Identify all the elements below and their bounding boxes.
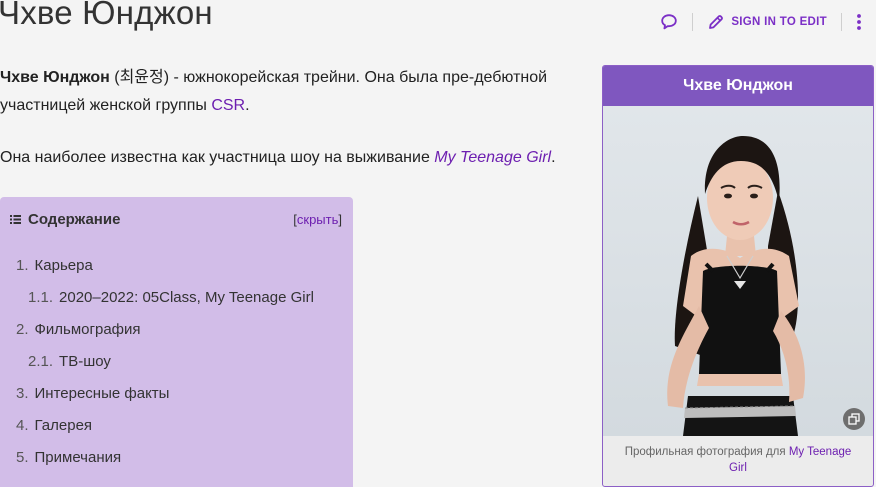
intro-end: .: [245, 97, 250, 114]
pencil-icon: [709, 15, 724, 29]
toc-hide-link[interactable]: скрыть: [297, 212, 339, 227]
toc-item-trivia[interactable]: 3. Интересные факты: [16, 385, 169, 402]
toc-toggle: [скрыть]: [293, 212, 342, 227]
infobox-title: Чхве Юнджон: [603, 66, 873, 106]
toc-item-label: Интересные факты: [34, 385, 170, 402]
csr-link[interactable]: CSR: [211, 97, 245, 114]
para2-text: Она наиболее известна как участница шоу …: [0, 149, 435, 166]
my-teenage-girl-link-text: My Teenage Girl: [434, 149, 552, 166]
toc-title: Содержание: [28, 210, 121, 228]
caption-text: Профильная фотография для: [624, 446, 789, 458]
toc-item-gallery[interactable]: 4. Галерея: [16, 417, 92, 434]
actions-divider-2: [841, 13, 842, 31]
second-paragraph: Она наиболее известна как участница шоу …: [0, 144, 590, 172]
table-of-contents: Содержание [скрыть] 1. Карьера 1.1. 2020–2…: [0, 197, 353, 487]
toc-item-label: Карьера: [34, 257, 93, 274]
para2-end: .: [551, 149, 556, 166]
toc-item-number: 4.: [16, 417, 29, 434]
toc-item-label: Галерея: [34, 417, 93, 434]
toc-item-number: 3.: [16, 385, 29, 402]
toc-item-tv-shows[interactable]: 2.1. ТВ-шоу: [28, 353, 111, 370]
caption-link-text: My Teenage: [788, 446, 852, 458]
sign-in-label: SIGN IN TO EDIT: [731, 16, 827, 28]
toc-item-career[interactable]: 1. Карьера: [16, 257, 93, 274]
toc-item-number: 2.1.: [28, 353, 54, 370]
toc-item-filmography[interactable]: 2. Фильмография: [16, 321, 141, 338]
toc-item-label: Примечания: [34, 449, 122, 466]
toc-item-references[interactable]: 5. Примечания: [16, 449, 121, 466]
toc-item-number: 1.1.: [28, 289, 54, 306]
caption-link-text-2: Girl: [729, 462, 747, 474]
toc-toggle-bracket-close: ]: [338, 211, 342, 227]
toc-item-label: 2020–2022: 05Class, My Teenage Girl: [59, 289, 314, 306]
toc-title-wrap: Содержание: [10, 211, 120, 228]
page-title: Чхве Юнджон: [0, 0, 213, 31]
page-actions: SIGN IN TO EDIT: [660, 8, 862, 36]
toc-item-number: 5.: [16, 449, 29, 466]
profile-photo-illustration: [603, 106, 873, 436]
more-options-icon[interactable]: [856, 13, 862, 31]
photo-caption: Профильная фотография для My Teenage Girl: [603, 444, 873, 476]
expand-icon[interactable]: [843, 408, 865, 430]
toc-item-number: 1.: [16, 257, 29, 274]
profile-photo[interactable]: [603, 106, 873, 436]
list-icon: [10, 214, 21, 224]
my-teenage-girl-link[interactable]: My Teenage Girl: [434, 149, 551, 166]
talk-icon[interactable]: [660, 13, 678, 31]
toc-item-career-2020-2022[interactable]: 1.1. 2020–2022: 05Class, My Teenage Girl: [28, 289, 314, 306]
intro-name: Чхве Юнджон: [0, 69, 110, 86]
sign-in-to-edit-button[interactable]: SIGN IN TO EDIT: [707, 13, 827, 31]
infobox: Чхве Юнджон Профильная фотография для My…: [602, 65, 874, 487]
toc-item-label: ТВ-шоу: [59, 353, 111, 370]
toc-item-label: Фильмография: [34, 321, 141, 338]
toc-header: Содержание [скрыть]: [10, 209, 342, 229]
intro-paragraph: Чхве Юнджон (최윤정) - южнокорейская трейни…: [0, 64, 590, 120]
toc-item-number: 2.: [16, 321, 29, 338]
actions-divider: [692, 13, 694, 31]
